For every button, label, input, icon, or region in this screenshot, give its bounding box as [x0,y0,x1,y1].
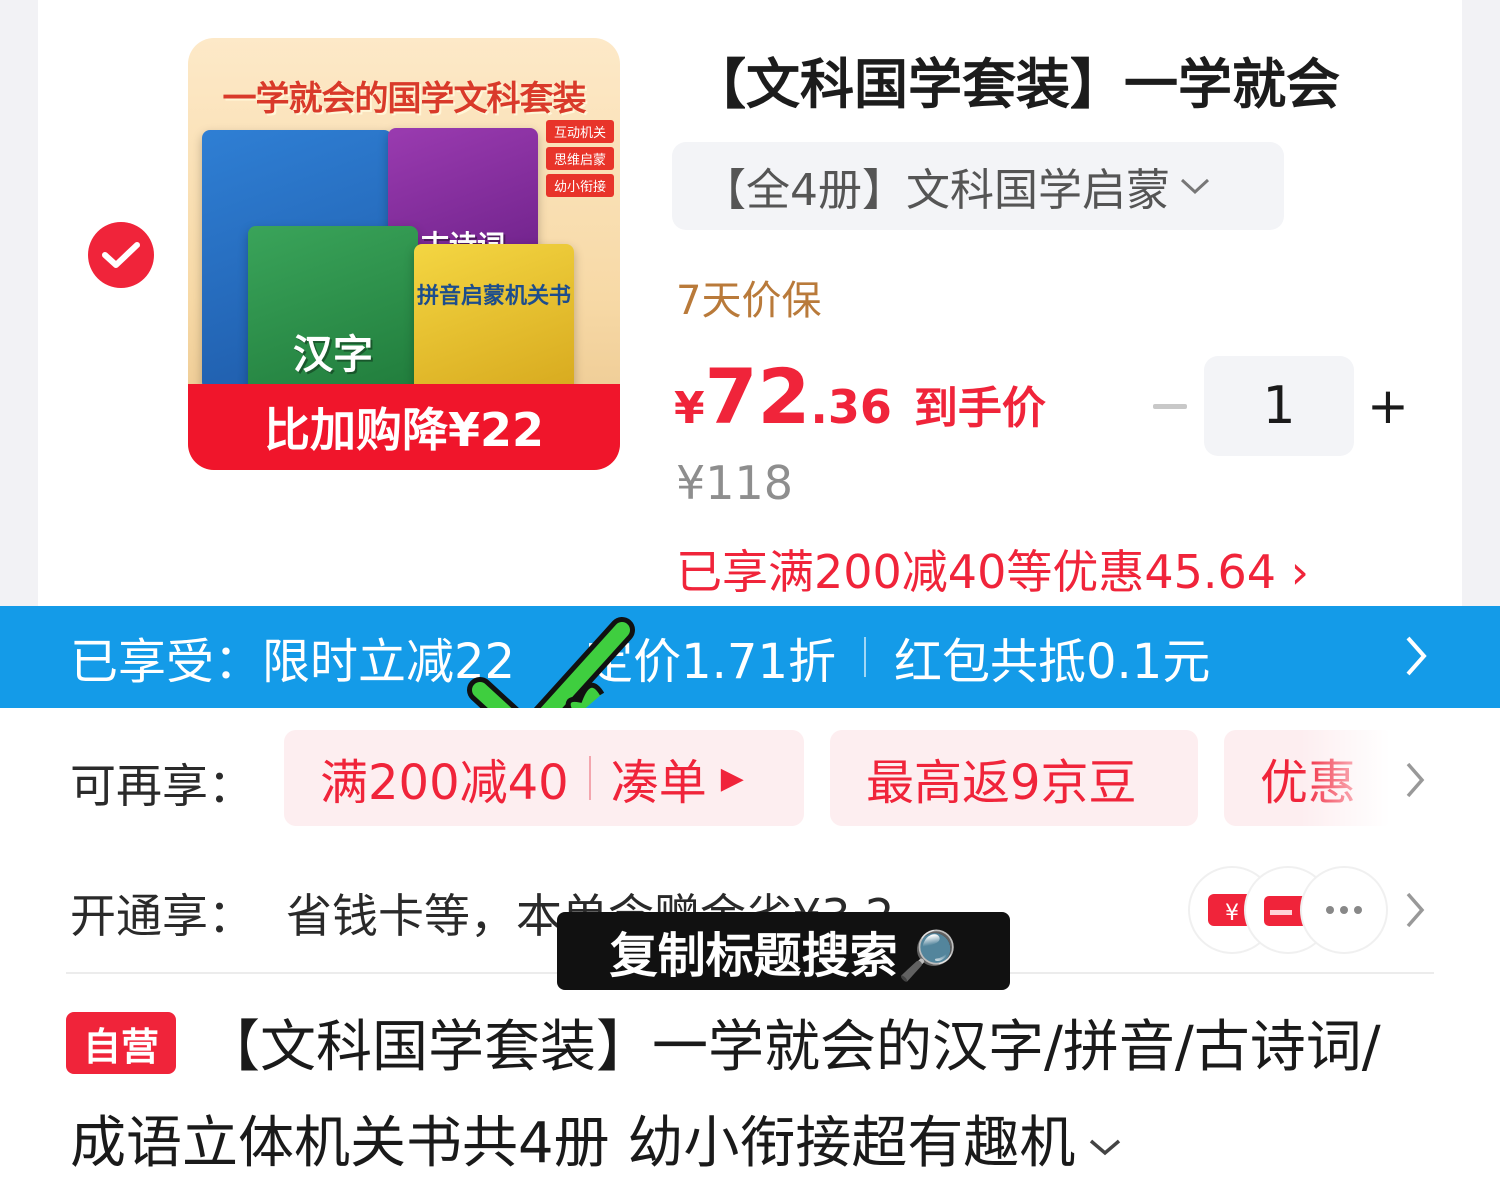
variant-selector[interactable]: 【全4册】文科国学启蒙 [672,142,1284,230]
price-currency: ¥ [674,383,705,434]
benefit-divider [864,637,866,677]
product-title-short[interactable]: 【文科国学套装】一学就会 [692,40,1340,119]
variant-label: 【全4册】文科国学启蒙 [702,165,1170,216]
price-tag: 到手价 [913,383,1046,434]
svg-text:¥: ¥ [1225,901,1239,926]
chip-action-text: 凑单 [610,755,707,811]
coupon-chip-jingdou[interactable]: 最高返9京豆 [830,730,1198,826]
more-dots-icon [1300,866,1388,954]
image-promo-strip: 比加购降¥22 [188,384,620,470]
quantity-decrease-button[interactable] [1150,386,1190,426]
full-title-text: 【文科国学套装】一学就会的汉字/拼音/古诗词/成语立体机关书共4册 幼小衔接超有… [70,1015,1381,1176]
quantity-increase-button[interactable]: + [1367,377,1409,435]
chevron-right-icon [1406,636,1427,676]
quantity-stepper: 1 + [1150,356,1420,456]
discount-detail-link[interactable]: 已享满200减40等优惠45.64 › [676,536,1309,602]
chevron-down-icon [1180,178,1210,195]
book-cover-green: 汉字 [248,226,418,406]
chip-divider [588,756,591,800]
benefit-item: 红包共抵0.1元 [894,634,1211,690]
open-benefits-label: 开通享： [70,889,254,943]
image-tag: 幼小衔接 [545,174,614,197]
book-cover-yellow: 拼音启蒙机关书 [414,244,574,394]
benefits-prefix: 已享受： [70,634,263,690]
benefit-divider [543,637,557,677]
final-price: ¥ 72 .36 到手价 [674,352,1046,441]
extra-benefits-label: 可再享： [70,759,254,813]
price-guarantee-label: 7天价保 [676,278,822,324]
chip-main-text: 最高返9京豆 [866,755,1137,811]
image-headline: 一学就会的国学文科套装 [222,78,587,119]
chevron-right-icon[interactable] [1402,758,1430,802]
checkmark-icon [102,242,140,268]
service-icon-group[interactable]: ¥ [1188,866,1388,954]
play-triangle-icon: ▶ [720,760,744,796]
benefits-bar[interactable]: 已享受： 限时立减22 定价1.71折 红包共抵0.1元 [0,606,1500,708]
price-integer: 72 [704,352,811,441]
coupon-chip-full-reduction[interactable]: 满200减40 凑单 ▶ [284,730,804,826]
benefit-item: 定价1.71折 [585,634,836,690]
product-image[interactable]: 一学就会的国学文科套装 互动机关 思维启蒙 幼小衔接 古诗词 汉字 拼音启蒙机关… [188,38,620,470]
product-full-title[interactable]: 【文科国学套装】一学就会的汉字/拼音/古诗词/成语立体机关书共4册 幼小衔接超有… [70,1000,1400,1192]
image-tag: 互动机关 [545,120,614,143]
price-decimal: .36 [810,380,892,434]
image-tags: 互动机关 思维启蒙 幼小衔接 [545,120,614,197]
chevron-down-icon[interactable] [1087,1135,1123,1159]
original-price: ¥118 [676,456,794,510]
chip-fade-overlay [1300,728,1400,828]
chevron-right-icon[interactable] [1402,888,1430,932]
copy-title-search-overlay[interactable]: 复制标题搜索🔎 [557,912,1010,990]
quantity-input[interactable]: 1 [1204,356,1354,456]
image-tag: 思维启蒙 [545,147,614,170]
chip-main-text: 满200减40 [320,755,569,811]
item-selected-checkbox[interactable] [88,222,154,288]
benefit-item: 限时立减22 [262,634,516,690]
